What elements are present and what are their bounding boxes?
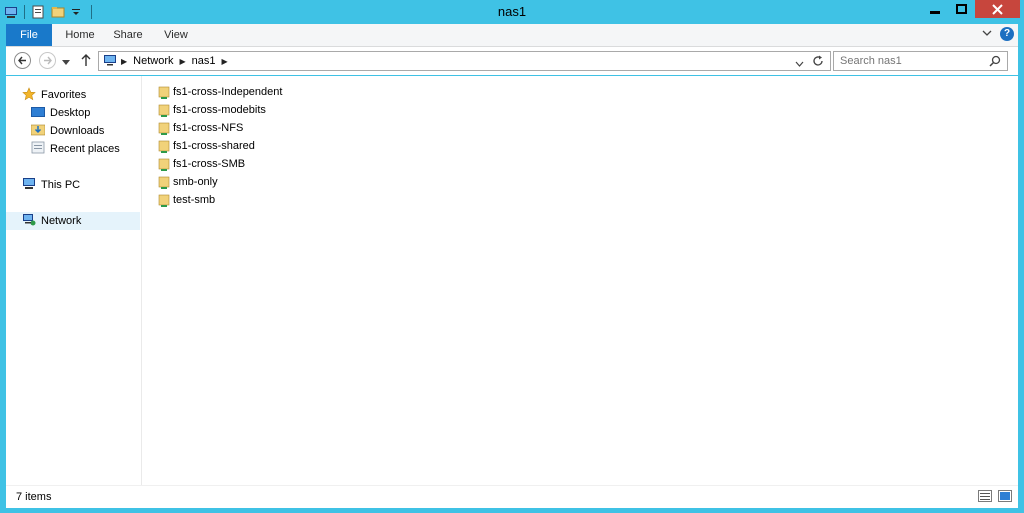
nav-favorites[interactable]: Favorites (22, 86, 86, 104)
explorer-window: nas1 File Home Share View ? ▶ Network ▶ … (0, 0, 1024, 513)
breadcrumb-separator-icon[interactable]: ▶ (121, 57, 127, 66)
nav-this-pc[interactable]: This PC (22, 176, 80, 194)
network-icon (22, 213, 36, 229)
list-item[interactable]: fs1-cross-modebits (158, 101, 282, 119)
file-name: fs1-cross-NFS (173, 122, 244, 134)
recent-locations-icon[interactable] (62, 57, 70, 69)
close-button[interactable] (975, 0, 1020, 18)
address-bar[interactable]: ▶ Network ▶ nas1 ▶ (98, 51, 831, 71)
tab-share[interactable]: Share (108, 24, 148, 46)
breadcrumb-network[interactable]: Network (133, 55, 173, 67)
recent-places-icon (31, 141, 45, 157)
ribbon-tabs: File Home Share View ? (6, 24, 1018, 47)
list-item[interactable]: fs1-cross-Independent (158, 83, 282, 101)
search-box[interactable] (833, 51, 1008, 71)
nav-desktop[interactable]: Desktop (31, 104, 90, 122)
search-input[interactable] (840, 54, 980, 68)
shared-folder-icon (158, 104, 170, 117)
shared-folder-icon (158, 140, 170, 153)
file-name: test-smb (173, 194, 216, 206)
tab-view[interactable]: View (156, 24, 196, 46)
minimize-button[interactable] (921, 0, 948, 18)
downloads-folder-icon (30, 123, 46, 139)
view-switcher (978, 490, 1012, 505)
breadcrumb-nas1[interactable]: nas1 (192, 55, 216, 67)
tab-home[interactable]: Home (58, 24, 102, 46)
file-name: fs1-cross-SMB (173, 158, 246, 170)
shared-folder-icon (158, 194, 170, 207)
breadcrumb-separator-icon[interactable]: ▶ (222, 57, 228, 66)
nav-downloads[interactable]: Downloads (30, 122, 105, 140)
tab-file[interactable]: File (6, 24, 52, 46)
navigation-bar: ▶ Network ▶ nas1 ▶ (6, 47, 1018, 75)
item-count: 7 items (16, 491, 52, 503)
back-button[interactable] (14, 52, 31, 69)
shared-folder-icon (158, 122, 170, 135)
desktop-icon (31, 106, 45, 121)
star-icon (22, 86, 36, 104)
shared-folder-icon (158, 86, 170, 99)
nav-favorites-label: Favorites (41, 89, 87, 101)
list-item[interactable]: fs1-cross-SMB (158, 155, 282, 173)
shared-folder-icon (158, 176, 170, 189)
ribbon-controls: ? (982, 27, 1014, 41)
file-name: fs1-cross-modebits (173, 104, 266, 116)
list-item[interactable]: fs1-cross-NFS (158, 119, 282, 137)
expand-ribbon-icon[interactable] (982, 28, 992, 40)
file-name: smb-only (173, 176, 218, 188)
nav-network-label: Network (41, 215, 82, 227)
file-list: fs1-cross-Independent fs1-cross-modebits… (158, 83, 282, 209)
window-controls (921, 0, 1020, 18)
nav-downloads-label: Downloads (50, 125, 105, 137)
window-title: nas1 (497, 4, 527, 19)
computer-icon (22, 177, 36, 193)
network-icon (103, 54, 117, 69)
file-name: fs1-cross-Independent (173, 86, 283, 98)
nav-recent-places[interactable]: Recent places (31, 140, 120, 158)
address-dropdown-icon[interactable] (795, 58, 804, 70)
status-bar: 7 items (6, 485, 1018, 508)
nav-recent-places-label: Recent places (50, 143, 120, 155)
search-icon[interactable] (989, 55, 1001, 70)
title-bar: nas1 (0, 0, 1024, 24)
breadcrumb-separator-icon[interactable]: ▶ (180, 57, 186, 66)
file-name: fs1-cross-shared (173, 140, 255, 152)
navigation-pane: Favorites Desktop Downloads Recent place… (6, 76, 142, 485)
nav-desktop-label: Desktop (50, 107, 91, 119)
maximize-button[interactable] (948, 0, 975, 18)
forward-button[interactable] (39, 52, 56, 69)
list-item[interactable]: test-smb (158, 191, 282, 209)
help-icon[interactable]: ? (1000, 27, 1014, 41)
breadcrumb: ▶ Network ▶ nas1 ▶ (121, 55, 228, 67)
nav-this-pc-label: This PC (41, 179, 81, 191)
refresh-icon[interactable] (812, 55, 824, 70)
details-view-icon[interactable] (978, 490, 992, 505)
shared-folder-icon (158, 158, 170, 171)
list-item[interactable]: smb-only (158, 173, 282, 191)
up-arrow-icon[interactable] (81, 54, 91, 70)
large-icons-view-icon[interactable] (998, 490, 1012, 505)
main-area: Favorites Desktop Downloads Recent place… (6, 76, 1018, 485)
nav-network[interactable]: Network (6, 212, 140, 230)
list-item[interactable]: fs1-cross-shared (158, 137, 282, 155)
